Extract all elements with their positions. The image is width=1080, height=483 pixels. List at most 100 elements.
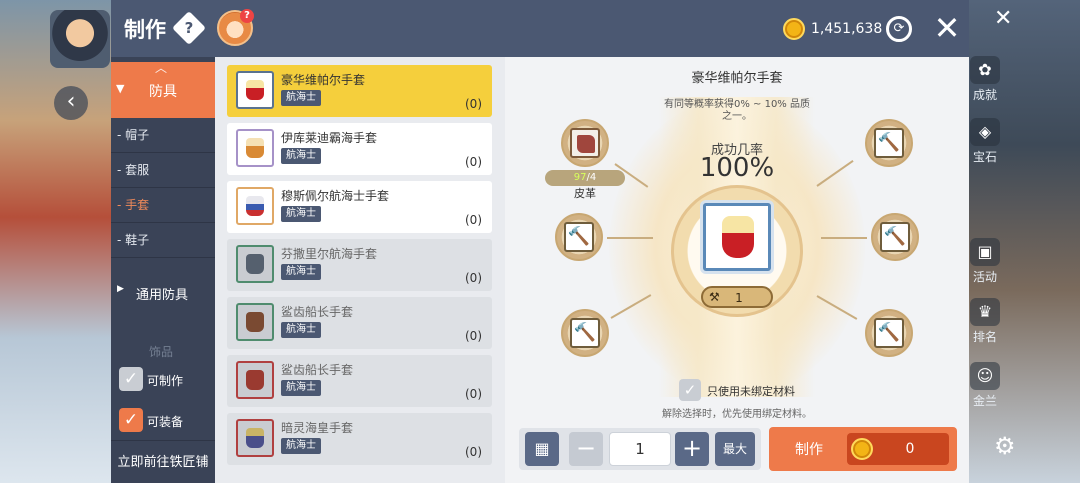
max-button[interactable]: 最大: [715, 432, 755, 466]
class-badge: 航海士: [281, 206, 321, 222]
hammer-icon: 🔨: [880, 222, 910, 252]
goto-blacksmith-button[interactable]: 立即前往铁匠铺: [111, 440, 215, 483]
recipe-item[interactable]: 豪华维帕尔手套 航海士 (0): [227, 65, 492, 117]
glove-icon-shape: [246, 138, 264, 158]
glove-icon: [236, 361, 274, 399]
subcategory-suit[interactable]: - 套服: [111, 153, 215, 188]
close-button[interactable]: ✕: [931, 10, 963, 46]
craft-button[interactable]: 制作 0: [769, 427, 957, 471]
subcategory-shoes[interactable]: - 鞋子: [111, 223, 215, 258]
owned-count: (0): [465, 97, 482, 111]
glove-icon-shape: [246, 254, 264, 274]
calendar-icon: ▣: [970, 238, 1000, 266]
glove-icon: [236, 419, 274, 457]
gem-icon: ◈: [970, 118, 1000, 146]
recipe-item[interactable]: 穆斯佩尔航海士手套 航海士 (0): [227, 181, 492, 233]
hammer-icon: 🔨: [570, 318, 600, 348]
quality-description: 有同等概率获得0% ~ 10% 品质之一。: [663, 99, 810, 122]
owned-count: (0): [465, 329, 482, 343]
class-badge: 航海士: [281, 380, 321, 396]
glove-icon: [236, 71, 274, 109]
category-label: 防具: [149, 84, 177, 100]
recipe-item[interactable]: 伊库莱迪霸海手套 航海士 (0): [227, 123, 492, 175]
recipe-list: 豪华维帕尔手套 航海士 (0) 伊库莱迪霸海手套 航海士 (0) 穆斯佩尔航海士…: [215, 57, 505, 483]
class-badge: 航海士: [281, 322, 321, 338]
meso-coin-icon: [783, 18, 805, 40]
hammer-icon: 🔨: [564, 222, 594, 252]
material-name: 皮革: [574, 187, 596, 200]
recipe-item[interactable]: 芬撒里尔航海手套 航海士 (0): [227, 239, 492, 291]
connector-line: [821, 237, 867, 239]
material-have: 97: [573, 172, 587, 183]
class-badge: 航海士: [281, 438, 321, 454]
hammer-icon: 🔨: [874, 318, 904, 348]
owned-count: (0): [465, 445, 482, 459]
glove-icon-shape: [246, 196, 264, 216]
recipe-item[interactable]: 暗灵海皇手套 航海士 (0): [227, 413, 492, 465]
owned-count: (0): [465, 271, 482, 285]
checkbox-checked-icon: ✓: [119, 408, 143, 432]
owned-count: (0): [465, 213, 482, 227]
unbound-only-checkbox[interactable]: ✓: [679, 379, 701, 401]
recipe-name: 鲨齿船长手套: [281, 363, 354, 377]
output-item-slot[interactable]: [703, 203, 771, 271]
class-badge: 航海士: [281, 90, 321, 106]
leather-icon: [570, 128, 600, 158]
calculator-icon[interactable]: ▦: [525, 432, 559, 466]
crafting-panel: 制作 ? ? 1,451,638 ⟳ ✕ ▼ 防具 ︿ - 帽子 - 套服 - …: [111, 0, 969, 483]
craft-cost: 0: [847, 433, 949, 465]
material-count: 97/4: [545, 170, 625, 186]
category-sidebar: ▼ 防具 ︿ - 帽子 - 套服 - 手套 - 鞋子 ▶ 通用防具 饰品 ✓ 可…: [111, 57, 215, 483]
recipe-item[interactable]: 鲨齿船长手套 航海士 (0): [227, 297, 492, 349]
coin-amount: 1,451,638: [811, 21, 883, 37]
material-slot-empty[interactable]: 🔨: [561, 309, 609, 357]
glove-icon: [236, 245, 274, 283]
glove-icon: [236, 187, 274, 225]
glove-icon-shape: [246, 370, 264, 390]
recipe-item[interactable]: 鲨齿船长手套 航海士 (0): [227, 355, 492, 407]
page-title: 制作: [124, 18, 166, 42]
decrease-button[interactable]: −: [569, 432, 603, 466]
glove-icon: [236, 303, 274, 341]
item-title: 豪华维帕尔手套: [691, 71, 783, 86]
filter-craftable[interactable]: ✓ 可制作: [119, 367, 215, 393]
glove-icon-shape: [246, 428, 264, 448]
subcategory-gloves[interactable]: - 手套: [111, 188, 215, 223]
meso-coin-icon: [851, 438, 873, 460]
glove-icon: [236, 129, 274, 167]
mascot-guide-icon[interactable]: ?: [217, 9, 254, 46]
recipe-name: 暗灵海皇手套: [281, 421, 354, 435]
back-arrow-icon[interactable]: ‹: [54, 86, 88, 120]
settings-gear-icon[interactable]: ⚙: [994, 432, 1016, 460]
material-need: /4: [586, 172, 597, 183]
filter-label: 可装备: [147, 415, 184, 429]
material-slot-empty[interactable]: 🔨: [865, 119, 913, 167]
quantity-input[interactable]: [609, 432, 671, 466]
recipe-name: 鲨齿船长手套: [281, 305, 354, 319]
material-slot-empty[interactable]: 🔨: [555, 213, 603, 261]
material-slot-empty[interactable]: 🔨: [871, 213, 919, 261]
checkbox-icon: ✓: [119, 367, 143, 391]
increase-button[interactable]: +: [675, 432, 709, 466]
player-avatar[interactable]: [50, 10, 110, 68]
guild-icon: ☺: [970, 362, 1000, 390]
recipe-name: 伊库莱迪霸海手套: [281, 131, 378, 145]
bound-hint: 解除选择时，优先使用绑定材料。: [662, 409, 812, 420]
scroll-up-icon[interactable]: ︿: [155, 59, 167, 76]
help-icon[interactable]: ?: [172, 11, 206, 45]
recipe-name: 豪华维帕尔手套: [281, 73, 366, 87]
material-slot-empty[interactable]: 🔨: [865, 309, 913, 357]
collapsed-arrow-icon: ▶: [117, 284, 124, 294]
output-quantity: 1: [735, 291, 743, 305]
craft-label: 制作: [795, 442, 823, 458]
subcategory-hat[interactable]: - 帽子: [111, 118, 215, 153]
output-quantity-badge: ⚒ 1: [701, 286, 773, 308]
material-slot-leather[interactable]: [561, 119, 609, 167]
currency-exchange-icon[interactable]: ⟳: [886, 16, 912, 42]
game-close-icon[interactable]: ✕: [994, 6, 1012, 31]
game-background-left: [0, 0, 112, 483]
class-badge: 航海士: [281, 148, 321, 164]
hammer-icon: 🔨: [874, 128, 904, 158]
category-general-armor[interactable]: ▶ 通用防具: [111, 272, 215, 312]
filter-equippable[interactable]: ✓ 可装备: [119, 408, 215, 434]
